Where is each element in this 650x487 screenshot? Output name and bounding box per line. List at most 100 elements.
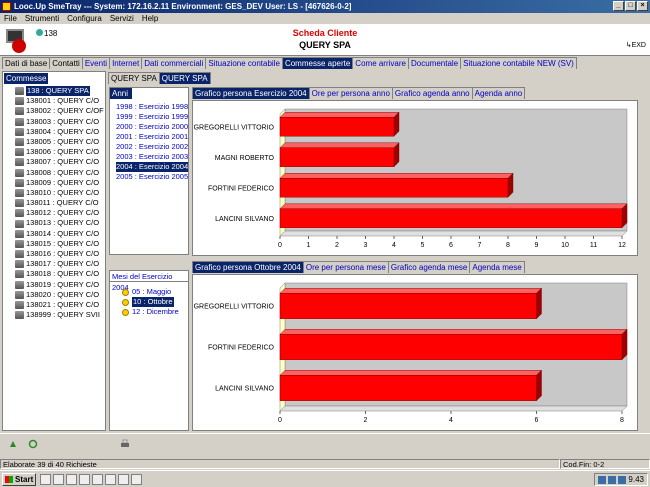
- tab-situazione-contabile-new[interactable]: Situazione contabile NEW (SV): [460, 57, 577, 69]
- job-icon: [15, 270, 24, 279]
- menu-bar: File Strumenti Configura Servizi Help: [0, 13, 650, 24]
- tab-grafico-agenda-mese[interactable]: Grafico agenda mese: [387, 261, 471, 273]
- tab-contatti[interactable]: Contatti: [49, 57, 83, 69]
- anni-item[interactable]: 2001 : Esercizio 2001: [116, 132, 188, 142]
- tree-item[interactable]: 138003 : QUERY C/O: [7, 117, 105, 127]
- tab-dati-di-base[interactable]: Dati di base: [2, 57, 51, 69]
- tree-item[interactable]: 138009 : QUERY C/O: [7, 178, 105, 188]
- tray-icon[interactable]: [598, 475, 607, 484]
- system-tray: 9.43: [594, 473, 648, 486]
- tree-item[interactable]: 138012 : QUERY C/O: [7, 208, 105, 218]
- exit-button[interactable]: ↳EXD: [626, 41, 646, 49]
- tree-item[interactable]: 138004 : QUERY C/O: [7, 127, 105, 137]
- tree-item[interactable]: 138007 : QUERY C/O: [7, 157, 105, 167]
- tab-situazione-contabile[interactable]: Situazione contabile: [205, 57, 283, 69]
- menu-help[interactable]: Help: [142, 13, 158, 24]
- bar: [279, 178, 509, 198]
- tree-item[interactable]: 138015 : QUERY C/O: [7, 239, 105, 249]
- x-tick-label: 4: [392, 242, 396, 249]
- x-tick-label: 10: [561, 242, 569, 249]
- quicklaunch-icon[interactable]: [92, 474, 103, 485]
- quicklaunch-icon[interactable]: [131, 474, 142, 485]
- tray-icon[interactable]: [618, 475, 627, 484]
- tree-item[interactable]: 138019 : QUERY C/O: [7, 280, 105, 290]
- tab-ore-persona-anno[interactable]: Ore per persona anno: [308, 87, 393, 99]
- tree-item[interactable]: 138 : QUERY SPA: [7, 86, 105, 97]
- tab-agenda-mese[interactable]: Agenda mese: [469, 261, 525, 273]
- menu-file[interactable]: File: [4, 13, 17, 24]
- menu-strumenti[interactable]: Strumenti: [25, 13, 59, 24]
- close-button[interactable]: ×: [637, 1, 648, 11]
- anni-item[interactable]: 1999 : Esercizio 1999: [116, 112, 188, 122]
- anni-item[interactable]: 2005 : Esercizio 2005: [116, 172, 188, 182]
- quicklaunch-icon[interactable]: [40, 474, 51, 485]
- anni-item[interactable]: 2000 : Esercizio 2000: [116, 122, 188, 132]
- anni-item[interactable]: 2002 : Esercizio 2002: [116, 142, 188, 152]
- menu-configura[interactable]: Configura: [67, 13, 102, 24]
- tab-come-arrivare[interactable]: Come arrivare: [352, 57, 409, 69]
- tree-item[interactable]: 138011 : QUERY C/O: [7, 198, 105, 208]
- tab-grafico-persona-mese[interactable]: Grafico persona Ottobre 2004: [192, 261, 304, 273]
- mesi-item[interactable]: 10 : Ottobre: [122, 297, 179, 307]
- tree-item[interactable]: 138018 : QUERY C/O: [7, 269, 105, 279]
- tree-item[interactable]: 138016 : QUERY C/O: [7, 249, 105, 259]
- menu-servizi[interactable]: Servizi: [110, 13, 134, 24]
- tab-grafico-agenda-anno[interactable]: Grafico agenda anno: [391, 87, 473, 99]
- tab-commesse-aperte[interactable]: Commesse aperte: [281, 57, 354, 69]
- tab-grafico-persona-esercizio[interactable]: Grafico persona Esercizio 2004: [192, 87, 310, 99]
- tree-item[interactable]: 138006 : QUERY C/O: [7, 147, 105, 157]
- anni-item[interactable]: 2003 : Esercizio 2003: [116, 152, 188, 162]
- anni-item[interactable]: 2004 : Esercizio 2004: [116, 162, 189, 172]
- print-icon[interactable]: [120, 439, 130, 449]
- floor: [279, 405, 628, 412]
- tab-dati-commerciali[interactable]: Dati commerciali: [141, 57, 207, 69]
- job-icon: [15, 87, 24, 96]
- job-icon: [15, 138, 24, 147]
- sync-icon[interactable]: [28, 439, 38, 449]
- mesi-item[interactable]: 05 : Maggio: [122, 287, 179, 297]
- job-icon: [15, 301, 24, 310]
- tree-item[interactable]: 138021 : QUERY C/O: [7, 300, 105, 310]
- tree-item[interactable]: 138013 : QUERY C/O: [7, 218, 105, 228]
- tree-item-label: 138020 : QUERY C/O: [26, 289, 100, 299]
- bar: [279, 334, 623, 360]
- tree-item[interactable]: 138014 : QUERY C/O: [7, 229, 105, 239]
- tab-documentale[interactable]: Documentale: [407, 57, 462, 69]
- tab-agenda-anno[interactable]: Agenda anno: [471, 87, 526, 99]
- anni-item[interactable]: 1998 : Esercizio 1998: [116, 102, 188, 112]
- tab-internet[interactable]: Internet: [109, 57, 143, 69]
- refresh-icon[interactable]: [8, 439, 18, 449]
- x-tick-label: 0: [278, 417, 282, 424]
- quicklaunch-icon[interactable]: [79, 474, 90, 485]
- tab-eventi[interactable]: Eventi: [81, 57, 111, 69]
- status-code: Cod.Fin: 0-2: [560, 459, 650, 469]
- quicklaunch-icon[interactable]: [53, 474, 64, 485]
- tree-item[interactable]: 138999 : QUERY SVII: [7, 310, 105, 320]
- mesi-item-label: 05 : Maggio: [132, 287, 172, 296]
- chart-tabs-top: Grafico persona Esercizio 2004 Ore per p…: [192, 87, 526, 99]
- tree-item[interactable]: 138002 : QUERY C/OF: [7, 106, 105, 116]
- chart-month: 0 2 4 6 8 GREGORELLI VITTORIO FORTINI FEDERICO…: [194, 282, 628, 424]
- quicklaunch-icon[interactable]: [66, 474, 77, 485]
- maximize-button[interactable]: □: [625, 1, 636, 11]
- tree-item[interactable]: 138005 : QUERY C/O: [7, 137, 105, 147]
- tree-item[interactable]: 138020 : QUERY C/O: [7, 290, 105, 300]
- minimize-button[interactable]: _: [613, 1, 624, 11]
- job-icon: [15, 239, 24, 248]
- quicklaunch-icon[interactable]: [105, 474, 116, 485]
- tab-ore-persona-mese[interactable]: Ore per persona mese: [302, 261, 389, 273]
- x-tick-label: 2: [364, 417, 368, 424]
- tab-query-spa-active[interactable]: QUERY SPA: [158, 72, 211, 84]
- mesi-item[interactable]: 12 : Dicembre: [122, 307, 179, 317]
- start-button[interactable]: Start: [2, 473, 36, 486]
- quicklaunch-icon[interactable]: [118, 474, 129, 485]
- tree-item[interactable]: 138017 : QUERY C/O: [7, 259, 105, 269]
- tree-item[interactable]: 138010 : QUERY C/O: [7, 188, 105, 198]
- bar-top: [279, 288, 542, 294]
- tree-item[interactable]: 138001 : QUERY C/O: [7, 96, 105, 106]
- tray-icon[interactable]: [608, 475, 617, 484]
- x-tick-label: 7: [478, 242, 482, 249]
- tree-item-label: 138021 : QUERY C/O: [26, 299, 100, 309]
- tree-item[interactable]: 138008 : QUERY C/O: [7, 168, 105, 178]
- tab-query-spa[interactable]: QUERY SPA: [108, 72, 160, 84]
